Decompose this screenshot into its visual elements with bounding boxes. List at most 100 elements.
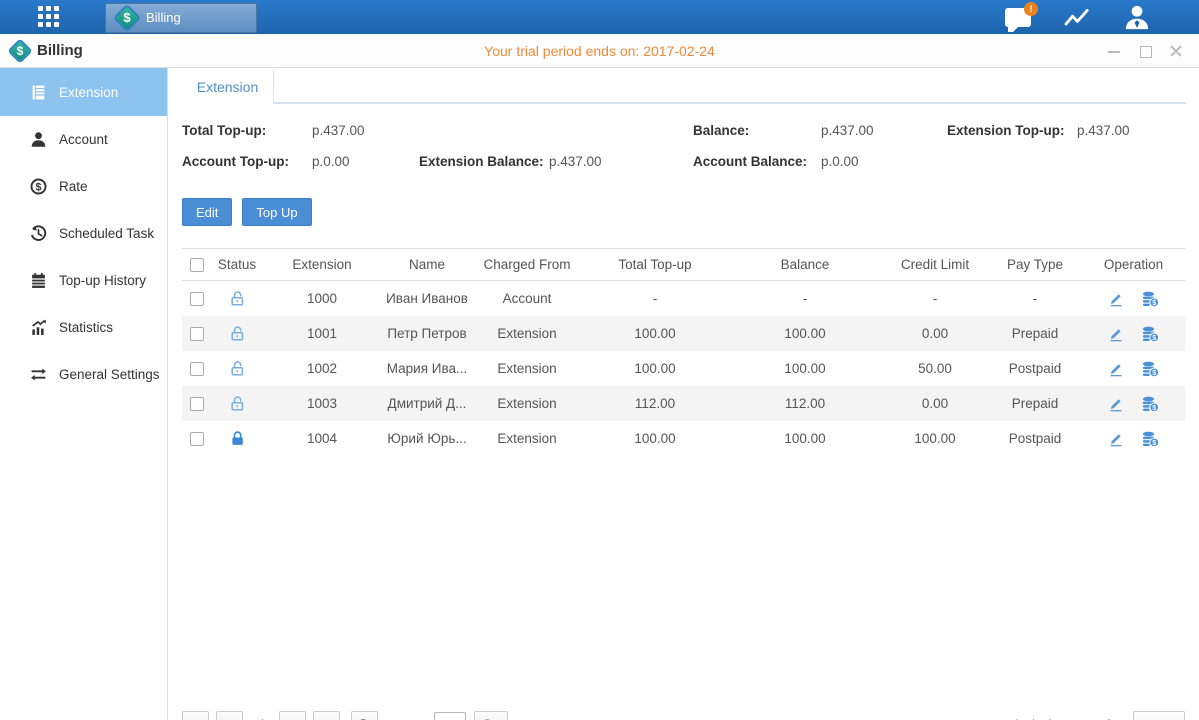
extension-balance-label: Extension Balance: xyxy=(419,154,549,169)
svg-text:$: $ xyxy=(1152,369,1156,376)
first-page-icon[interactable] xyxy=(182,711,209,720)
cell-name: Юрий Юрь... xyxy=(382,431,472,446)
cell-charged-from: Account xyxy=(472,291,582,306)
refresh-icon[interactable] xyxy=(351,711,378,720)
header-balance: Balance xyxy=(728,257,882,272)
edit-pencil-icon[interactable] xyxy=(1108,396,1124,412)
minimize-icon[interactable] xyxy=(1107,44,1121,58)
next-page-icon[interactable] xyxy=(279,711,306,720)
cell-operation: $ xyxy=(1082,431,1185,447)
cell-name: Дмитрий Д... xyxy=(382,396,472,411)
person-icon xyxy=(30,131,47,148)
sidebar-item-scheduled-task[interactable]: Scheduled Task xyxy=(0,210,167,257)
window-titlebar: $ Billing Your trial period ends on: 201… xyxy=(0,34,1199,68)
sidebar-item-general-settings[interactable]: General Settings xyxy=(0,351,167,398)
sidebar-item-statistics[interactable]: Statistics xyxy=(0,304,167,351)
cell-total-topup: 112.00 xyxy=(582,396,728,411)
row-checkbox[interactable] xyxy=(190,327,204,341)
edit-pencil-icon[interactable] xyxy=(1108,291,1124,307)
svg-text:$: $ xyxy=(1152,404,1156,411)
cell-extension: 1001 xyxy=(262,326,382,341)
svg-text:$: $ xyxy=(36,181,42,193)
edit-pencil-icon[interactable] xyxy=(1108,431,1124,447)
sidebar-item-extension[interactable]: Extension xyxy=(0,68,167,116)
go-button[interactable]: Go xyxy=(474,711,508,720)
sidebar-item-label: Scheduled Task xyxy=(59,226,154,241)
unlocked-icon xyxy=(229,395,246,412)
cell-credit-limit: 50.00 xyxy=(882,361,988,376)
sidebar-item-topup-history[interactable]: Top-up History xyxy=(0,257,167,304)
cell-extension: 1000 xyxy=(262,291,382,306)
edit-pencil-icon[interactable] xyxy=(1108,326,1124,342)
billing-diamond-icon: $ xyxy=(116,7,138,29)
pagination-bar: 1/1 Go to Go Displaying 1 - 5 of 5 10 xyxy=(182,710,1185,720)
trial-notice: Your trial period ends on: 2017-02-24 xyxy=(0,43,1199,59)
row-checkbox[interactable] xyxy=(190,292,204,306)
cell-credit-limit: 0.00 xyxy=(882,396,988,411)
table-row: 1002Мария Ива...Extension100.00100.0050.… xyxy=(182,351,1185,386)
cell-pay-type: Postpaid xyxy=(988,431,1082,446)
cell-credit-limit: - xyxy=(882,291,988,306)
cell-balance: 100.00 xyxy=(728,431,882,446)
ledger-icon xyxy=(30,84,47,101)
tab-extension[interactable]: Extension xyxy=(182,70,274,104)
apps-grid-icon[interactable] xyxy=(38,6,60,28)
cell-charged-from: Extension xyxy=(472,396,582,411)
cell-extension: 1003 xyxy=(262,396,382,411)
goto-page-input[interactable] xyxy=(434,712,466,720)
last-page-icon[interactable] xyxy=(313,711,340,720)
extension-topup-value: p.437.00 xyxy=(1077,123,1186,138)
top-up-coins-icon[interactable]: $ xyxy=(1141,396,1159,412)
cell-operation: $ xyxy=(1082,291,1185,307)
unlocked-icon xyxy=(229,325,246,342)
billing-window-icon: $ xyxy=(10,41,30,61)
sidebar-item-label: Rate xyxy=(59,179,88,194)
top-up-coins-icon[interactable]: $ xyxy=(1141,326,1159,342)
close-icon[interactable] xyxy=(1169,44,1183,58)
header-credit-limit: Credit Limit xyxy=(882,257,988,272)
extension-topup-label: Extension Top-up: xyxy=(947,123,1077,138)
sidebar-item-rate[interactable]: $ Rate xyxy=(0,163,167,210)
row-checkbox[interactable] xyxy=(190,432,204,446)
cell-credit-limit: 100.00 xyxy=(882,431,988,446)
cell-pay-type: Prepaid xyxy=(988,396,1082,411)
account-topup-value: p.0.00 xyxy=(312,154,419,169)
user-icon[interactable] xyxy=(1123,4,1151,30)
sliders-icon xyxy=(30,366,47,383)
taskbar-tab-billing[interactable]: $ Billing xyxy=(105,3,257,33)
edit-button[interactable]: Edit xyxy=(182,198,232,226)
messages-icon[interactable]: ! xyxy=(1005,8,1031,27)
top-up-button[interactable]: Top Up xyxy=(242,198,311,226)
account-balance-label: Account Balance: xyxy=(693,154,821,169)
row-checkbox[interactable] xyxy=(190,397,204,411)
table-header-row: Status Extension Name Charged From Total… xyxy=(182,248,1185,281)
cell-total-topup: 100.00 xyxy=(582,326,728,341)
cell-name: Петр Петров xyxy=(382,326,472,341)
notepad-icon xyxy=(30,272,47,289)
top-up-coins-icon[interactable]: $ xyxy=(1141,431,1159,447)
summary-panel: Total Top-up: p.437.00 Balance: p.437.00… xyxy=(182,115,1186,177)
prev-page-icon[interactable] xyxy=(216,711,243,720)
balance-value: p.437.00 xyxy=(821,123,947,138)
cell-operation: $ xyxy=(1082,361,1185,377)
locked-icon xyxy=(229,430,246,447)
row-checkbox[interactable] xyxy=(190,362,204,376)
dollar-coin-icon: $ xyxy=(30,178,47,195)
page-size-select[interactable]: 10 xyxy=(1133,711,1185,720)
maximize-icon[interactable] xyxy=(1138,44,1152,58)
table-row: 1004Юрий Юрь...Extension100.00100.00100.… xyxy=(182,421,1185,456)
goto-label: Go to xyxy=(393,717,425,720)
statistics-chart-icon[interactable] xyxy=(1061,6,1093,28)
sidebar-item-label: Extension xyxy=(59,85,118,100)
edit-pencil-icon[interactable] xyxy=(1108,361,1124,377)
select-all-checkbox[interactable] xyxy=(190,258,204,272)
top-up-coins-icon[interactable]: $ xyxy=(1141,291,1159,307)
cell-charged-from: Extension xyxy=(472,361,582,376)
taskbar-tab-label: Billing xyxy=(146,10,181,25)
cell-total-topup: 100.00 xyxy=(582,361,728,376)
top-up-coins-icon[interactable]: $ xyxy=(1141,361,1159,377)
tab-strip: Extension xyxy=(182,70,1186,104)
unlocked-icon xyxy=(229,290,246,307)
desktop-topbar: $ Billing ! xyxy=(0,0,1199,34)
sidebar-item-account[interactable]: Account xyxy=(0,116,167,163)
